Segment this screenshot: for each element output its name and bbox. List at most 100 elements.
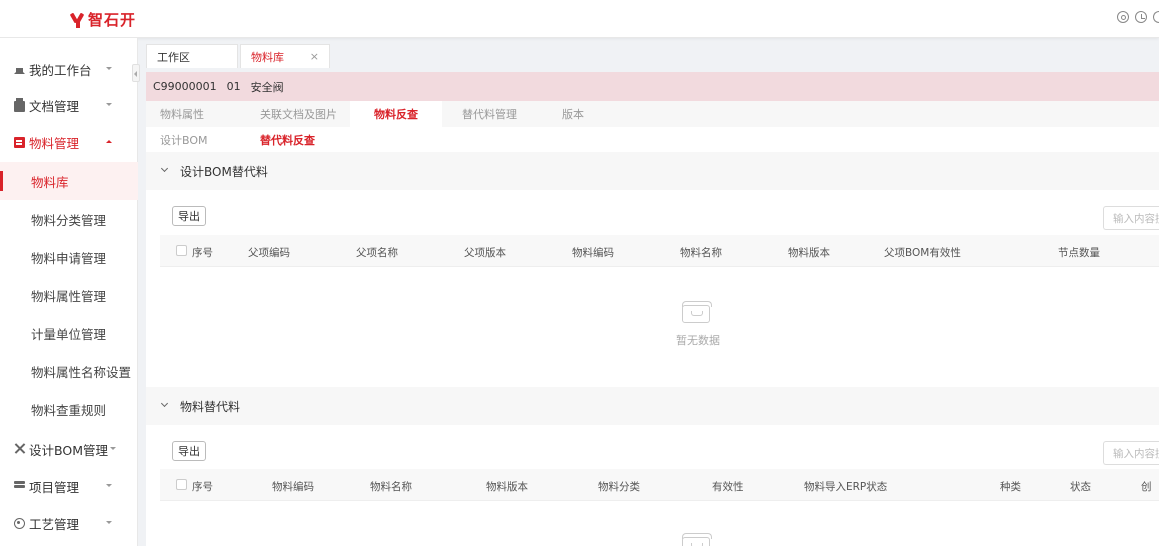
column-header: 序号 xyxy=(192,481,213,493)
tab-substitute-reverse-lookup[interactable]: 替代料反查 xyxy=(260,132,315,148)
tab-bar: 工作区 物料库 × xyxy=(146,44,1159,70)
lookup-tabs: 设计BOM 替代料反查 xyxy=(146,127,1159,155)
sidebar-item-label: 设计BOM管理 xyxy=(29,442,108,458)
column-header: 物料分类 xyxy=(598,481,640,493)
column-header: 物料编码 xyxy=(572,247,614,259)
empty-text: 暂无数据 xyxy=(676,334,720,347)
main-panel: C99000001 01 安全阀 物料属性 关联文档及图片 物料反查 替代料管理… xyxy=(146,72,1159,546)
section-header-design-bom-substitute[interactable]: 设计BOM替代料 xyxy=(146,152,1159,190)
document-icon xyxy=(14,98,25,112)
column-header: 物料版本 xyxy=(486,481,528,493)
sidebar-subitem-duplicate-rules[interactable]: 物料查重规则 xyxy=(0,390,138,428)
tab-related-documents[interactable]: 关联文档及图片 xyxy=(260,101,337,127)
column-header: 节点数量 xyxy=(1058,247,1100,259)
column-header: 父项版本 xyxy=(464,247,506,259)
chevron-down-icon xyxy=(106,521,112,524)
tab-workspace[interactable]: 工作区 xyxy=(146,44,238,68)
tab-design-bom[interactable]: 设计BOM xyxy=(160,132,208,148)
tab-version[interactable]: 版本 xyxy=(562,101,584,127)
tab-label: 物料库 xyxy=(251,50,284,64)
gear-icon xyxy=(14,518,25,529)
column-header: 父项编码 xyxy=(248,247,290,259)
sidebar-item-materials[interactable]: 物料管理 xyxy=(0,123,138,161)
column-header: 有效性 xyxy=(712,481,744,493)
material-icon xyxy=(14,137,25,148)
layers-icon xyxy=(14,480,25,491)
sidebar-subitem-label: 物料申请管理 xyxy=(31,250,107,266)
material-name: 安全阀 xyxy=(250,80,284,94)
column-header: 创 xyxy=(1141,481,1152,493)
settings-icon[interactable] xyxy=(1117,11,1129,23)
close-icon[interactable]: × xyxy=(310,50,319,63)
search-input[interactable]: 输入内容搜索 xyxy=(1103,441,1159,465)
tab-material-attributes[interactable]: 物料属性 xyxy=(160,101,204,127)
column-header: 父项BOM有效性 xyxy=(884,247,961,259)
material-version: 01 xyxy=(226,80,241,93)
sidebar-item-workbench[interactable]: 我的工作台 xyxy=(0,50,138,88)
sidebar-item-craft[interactable]: 工艺管理 xyxy=(0,504,138,542)
sidebar-subitem-label: 计量单位管理 xyxy=(31,326,107,342)
column-header: 父项名称 xyxy=(356,247,398,259)
logo[interactable]: 智石开 xyxy=(70,9,136,30)
sidebar-subitem-label: 物料属性管理 xyxy=(31,288,107,304)
history-icon[interactable] xyxy=(1135,11,1147,23)
column-header: 物料版本 xyxy=(788,247,830,259)
user-icon[interactable] xyxy=(1153,11,1159,23)
sidebar-item-label: 物料管理 xyxy=(29,135,80,151)
sidebar-subitem-label: 物料分类管理 xyxy=(31,212,107,228)
column-header: 序号 xyxy=(192,247,213,259)
tools-icon xyxy=(14,443,25,454)
sidebar-subitem-units[interactable]: 计量单位管理 xyxy=(0,314,138,352)
empty-box-icon xyxy=(682,301,712,323)
sidebar-item-projects[interactable]: 项目管理 xyxy=(0,467,138,505)
empty-box-icon xyxy=(682,533,712,546)
chevron-down-icon xyxy=(160,399,169,408)
column-header: 物料名称 xyxy=(680,247,722,259)
column-header: 物料编码 xyxy=(272,481,314,493)
select-all-checkbox[interactable] xyxy=(176,479,187,490)
select-all-checkbox[interactable] xyxy=(176,245,187,256)
top-bar: 智石开 xyxy=(0,0,1159,38)
sidebar-item-label: 项目管理 xyxy=(29,479,80,495)
column-header: 种类 xyxy=(1000,481,1021,493)
tab-material-library[interactable]: 物料库 × xyxy=(240,44,330,68)
table-header: 序号 物料编码 物料名称 物料版本 物料分类 有效性 物料导入ERP状态 种类 … xyxy=(160,469,1159,501)
chevron-down-icon xyxy=(110,447,116,450)
search-input[interactable]: 输入内容搜索 xyxy=(1103,206,1159,230)
sidebar-subitem-attribute-names[interactable]: 物料属性名称设置 xyxy=(0,352,138,390)
sidebar-subitem-label: 物料库 xyxy=(31,174,69,190)
section-header-material-substitute[interactable]: 物料替代料 xyxy=(146,387,1159,425)
column-header: 状态 xyxy=(1070,481,1091,493)
logo-text: 智石开 xyxy=(88,11,137,29)
tab-material-reverse-lookup[interactable]: 物料反查 xyxy=(350,101,442,127)
sidebar-subitem-label: 物料查重规则 xyxy=(31,402,107,418)
export-button[interactable]: 导出 xyxy=(172,206,206,226)
top-icons xyxy=(1117,11,1159,23)
sidebar-subitem-label: 物料属性名称设置 xyxy=(31,364,132,380)
section-body-design-bom-substitute: 导出 输入内容搜索 序号 父项编码 父项名称 父项版本 物料编码 物料名称 物料… xyxy=(160,190,1159,373)
chevron-up-icon xyxy=(106,140,112,143)
sidebar-item-label: 工艺管理 xyxy=(29,516,80,532)
sidebar-subitem-category[interactable]: 物料分类管理 xyxy=(0,200,138,238)
material-code: C99000001 xyxy=(153,80,217,93)
chevron-down-icon xyxy=(106,103,112,106)
chevron-down-icon xyxy=(106,67,112,70)
sidebar-subitem-attributes[interactable]: 物料属性管理 xyxy=(0,276,138,314)
sidebar-item-documents[interactable]: 文档管理 xyxy=(0,86,138,124)
sidebar-collapse-button[interactable] xyxy=(132,64,140,82)
table-header: 序号 父项编码 父项名称 父项版本 物料编码 物料名称 物料版本 父项BOM有效… xyxy=(160,235,1159,267)
section-title: 设计BOM替代料 xyxy=(180,164,268,179)
section-title: 物料替代料 xyxy=(180,399,241,414)
tab-substitute-management[interactable]: 替代料管理 xyxy=(462,101,517,127)
home-icon xyxy=(14,63,25,74)
sidebar-item-design-bom[interactable]: 设计BOM管理 xyxy=(0,430,138,468)
chevron-down-icon xyxy=(160,164,169,173)
sidebar-subitem-application[interactable]: 物料申请管理 xyxy=(0,238,138,276)
detail-tabs: 物料属性 关联文档及图片 物料反查 替代料管理 版本 xyxy=(146,101,1159,127)
sidebar-subitem-material-library[interactable]: 物料库 xyxy=(0,162,138,200)
material-header: C99000001 01 安全阀 xyxy=(146,72,1159,101)
export-button[interactable]: 导出 xyxy=(172,441,206,461)
sidebar-item-label: 文档管理 xyxy=(29,98,80,114)
chevron-down-icon xyxy=(106,484,112,487)
sidebar-item-label: 我的工作台 xyxy=(29,62,92,78)
